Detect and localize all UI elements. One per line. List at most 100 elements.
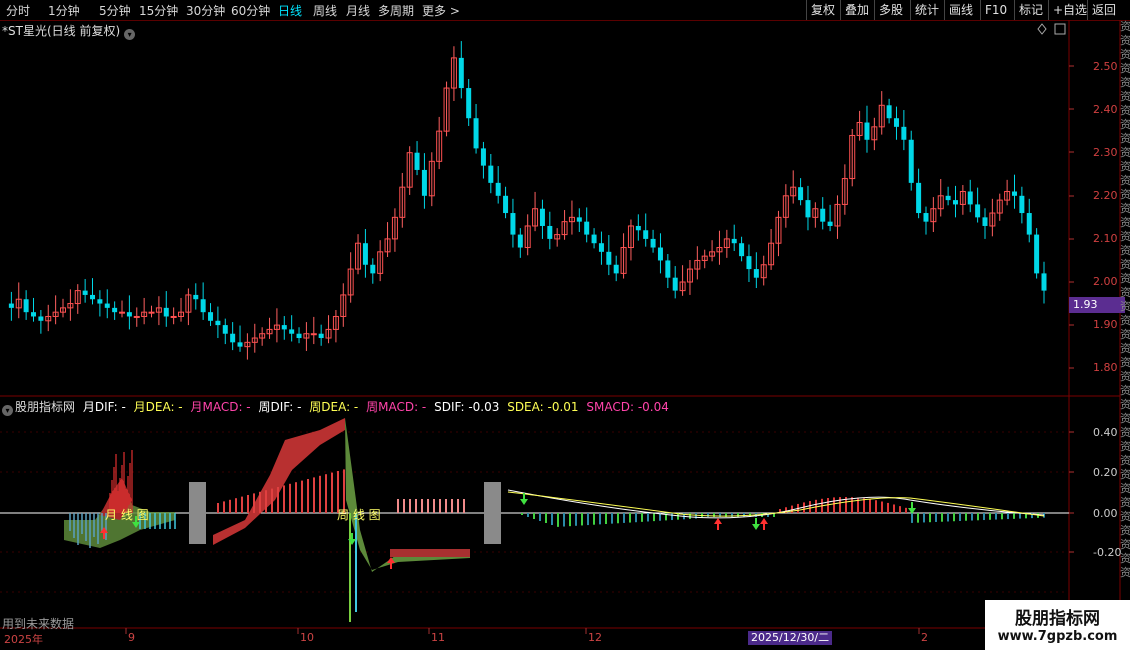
candle-body — [584, 221, 590, 235]
legend-item: 周MACD: - — [366, 400, 427, 414]
candle-body — [820, 208, 826, 222]
candle-body — [672, 277, 678, 291]
candle-body — [126, 312, 132, 317]
sell-arrow-icon — [520, 493, 528, 505]
indicator-name[interactable]: 股朋指标网 — [15, 400, 75, 414]
candle-body — [517, 234, 523, 248]
candle-body — [466, 88, 472, 119]
legend-item: SDEA: -0.01 — [507, 400, 579, 414]
candle-body — [908, 139, 914, 183]
candle-body — [148, 311, 155, 314]
x-label: 12 — [588, 631, 602, 644]
x-label: 2 — [921, 631, 928, 644]
y-tick: 1.80 — [1093, 361, 1118, 374]
legend-item: SMACD: -0.04 — [586, 400, 669, 414]
candle-body — [576, 217, 582, 222]
candle-body — [163, 307, 169, 317]
candle-body — [665, 260, 671, 278]
candle-body — [975, 204, 981, 218]
candle-body — [362, 243, 368, 265]
last-price-badge: 1.93 — [1069, 297, 1125, 313]
candle-body — [805, 200, 811, 218]
candle-body — [222, 325, 228, 334]
candle-body — [215, 320, 221, 326]
candle-body — [923, 213, 929, 222]
chart-canvas[interactable] — [0, 0, 1130, 650]
y-tick: 1.90 — [1093, 318, 1118, 331]
candle-body — [864, 122, 870, 140]
candle-body — [606, 251, 612, 265]
candle-body — [982, 217, 988, 226]
candle-body — [421, 169, 427, 196]
candle-body — [97, 299, 103, 304]
chevron-down-icon[interactable]: ▾ — [2, 405, 13, 416]
candle-body — [90, 294, 96, 300]
candle-body — [952, 200, 958, 205]
candle-body — [8, 303, 14, 308]
x-label: 9 — [128, 631, 135, 644]
chevron-down-icon[interactable]: ▾ — [124, 29, 136, 40]
week-chart-label: 周 线 图 — [337, 508, 381, 522]
watermark-url: www.7gpzb.com — [997, 629, 1118, 644]
legend-item: 月MACD: - — [190, 400, 251, 414]
sell-arrow-icon — [908, 502, 916, 514]
candle-body — [635, 225, 641, 231]
candle-body — [104, 303, 110, 308]
candle-body — [746, 256, 752, 270]
window-icon — [1054, 23, 1066, 35]
candle-body — [591, 234, 597, 244]
buy-arrow-icon — [760, 518, 768, 530]
buy-arrow-icon — [714, 518, 722, 530]
candle-body — [170, 315, 177, 318]
candle-body — [119, 311, 126, 314]
y-tick: 2.40 — [1093, 103, 1118, 116]
y-tick: 2.50 — [1093, 60, 1118, 73]
candle-body — [886, 105, 892, 119]
candle-body — [945, 195, 951, 201]
indicator-legend: ▾ 股朋指标网 月DIF: - 月DEA: - 月MACD: - 周DIF: - … — [2, 398, 673, 416]
candle-body — [82, 290, 88, 295]
candle-body — [31, 312, 37, 317]
candle-body — [1034, 234, 1040, 274]
candle-body — [281, 325, 287, 330]
candle-body — [547, 225, 553, 239]
candle-body — [488, 165, 494, 183]
legend-item: SDIF: -0.03 — [434, 400, 500, 414]
candle-body — [827, 221, 833, 226]
candle-body — [473, 118, 479, 149]
legend-item: 月DEA: - — [133, 400, 183, 414]
legend-item: 月DIF: - — [82, 400, 126, 414]
candle-body — [650, 238, 656, 248]
candle-body — [901, 126, 907, 140]
diamond-icon — [1037, 23, 1047, 35]
candle-body — [753, 269, 759, 278]
ind-y-tick: 0.40 — [1093, 426, 1118, 439]
candle-body — [798, 187, 804, 201]
week-band-green — [345, 418, 470, 572]
candle-body — [414, 152, 420, 170]
candle-body — [38, 316, 44, 321]
candle-body — [731, 238, 737, 244]
candle-body — [510, 213, 516, 235]
candle-body — [657, 247, 663, 261]
y-tick: 2.30 — [1093, 146, 1118, 159]
candle-body — [495, 182, 501, 196]
week-band-red — [390, 549, 470, 557]
cursor-date-badge: 2025/12/30/二 — [748, 631, 833, 645]
candle-body — [193, 294, 199, 300]
x-label: 10 — [300, 631, 314, 644]
candle-body — [200, 299, 206, 313]
separator-block — [189, 482, 206, 544]
candle-body — [1019, 195, 1025, 214]
watermark-logo: 股朋指标网 www.7gpzb.com — [985, 600, 1130, 650]
candle-body — [643, 230, 649, 239]
candle-body — [296, 333, 302, 339]
candle-body — [370, 264, 376, 274]
candle-body — [318, 333, 324, 339]
y-tick: 2.10 — [1093, 232, 1118, 245]
x-label: 11 — [431, 631, 445, 644]
candle-body — [23, 299, 29, 313]
candle-body — [503, 195, 509, 214]
candle-body — [598, 243, 604, 252]
legend-item: 周DIF: - — [258, 400, 302, 414]
